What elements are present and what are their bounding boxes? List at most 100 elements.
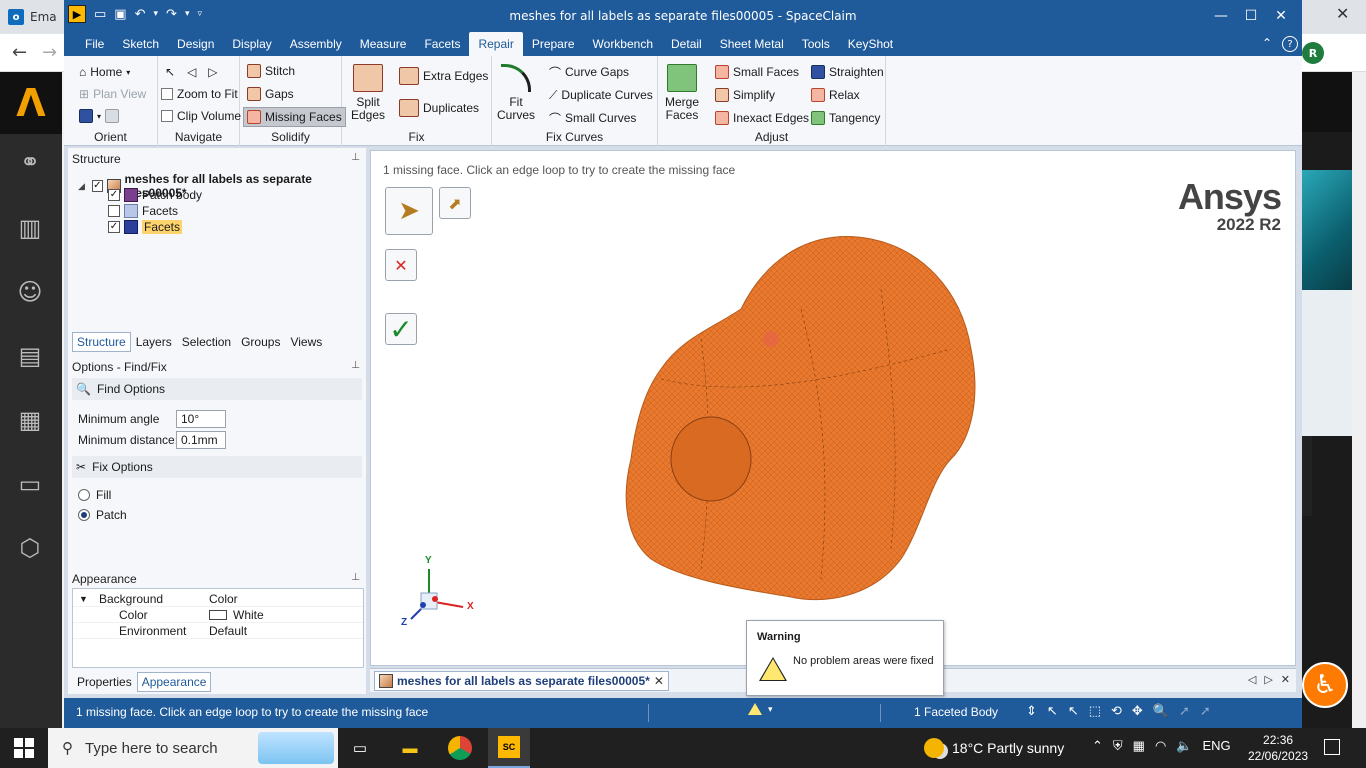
tree-item-checkbox[interactable]: ✓ [108, 221, 120, 233]
task-view-icon[interactable]: ▭ [348, 736, 372, 760]
undo-icon[interactable]: ↶ [135, 7, 146, 22]
min-angle-input[interactable]: 10° [176, 410, 226, 428]
menu-tab-repair[interactable]: Repair [469, 32, 523, 56]
tree-item-checkbox[interactable] [108, 205, 120, 217]
cubes-icon[interactable]: ⬡ [14, 532, 46, 564]
security-icon[interactable]: ⛨ [1113, 738, 1123, 754]
missing-faces-button[interactable]: Missing Faces [243, 107, 346, 127]
panel-tab-groups[interactable]: Groups [236, 332, 285, 352]
customize-toolbar-icon[interactable]: ▿ [197, 9, 202, 19]
tree-collapse-icon[interactable]: ◢ [78, 181, 88, 192]
network-adapter-icon[interactable]: ▦ [1133, 738, 1145, 754]
min-distance-input[interactable]: 0.1mm [176, 431, 226, 449]
menu-tab-display[interactable]: Display [223, 32, 280, 56]
clip-volume-checkbox[interactable]: Clip Volume [158, 106, 244, 126]
tab-scroll-left-icon[interactable]: ◁ [1248, 673, 1256, 686]
tree-item[interactable]: ✓ Facets [108, 220, 183, 234]
property-row[interactable]: ▼ Background Color [73, 591, 363, 607]
property-value[interactable]: White [209, 608, 264, 622]
close-button[interactable]: ✕ [1266, 0, 1296, 32]
menu-tab-detail[interactable]: Detail [662, 32, 711, 56]
menu-tab-workbench[interactable]: Workbench [584, 32, 662, 56]
pan-icon[interactable]: ✥ [1132, 703, 1143, 719]
menu-tab-file[interactable]: File [76, 32, 113, 56]
select-arrow-icon[interactable]: ↖ [165, 65, 175, 79]
collapse-ribbon-icon[interactable]: ⌃ [1262, 36, 1272, 52]
inexact-edges-button[interactable]: Inexact Edges [712, 108, 812, 128]
property-value[interactable]: Color [209, 592, 238, 606]
menu-tab-tools[interactable]: Tools [793, 32, 839, 56]
weather-widget[interactable]: 18°C Partly sunny [924, 738, 1064, 758]
appearance-pin-icon[interactable]: ⊥ [351, 572, 360, 583]
extra-edges-button[interactable]: Extra Edges [396, 66, 491, 86]
menu-tab-keyshot[interactable]: KeyShot [839, 32, 902, 56]
book-icon[interactable]: ▥ [14, 212, 46, 244]
plan-view-button[interactable]: ⊞ Plan View [76, 84, 149, 104]
chart-icon[interactable]: ▤ [14, 340, 46, 372]
volume-icon[interactable]: 🔈 [1176, 738, 1192, 754]
relax-button[interactable]: Relax [808, 85, 863, 105]
document-tab-close-icon[interactable]: ✕ [654, 674, 664, 688]
next-view-icon[interactable]: ▷ [208, 65, 217, 79]
stitch-button[interactable]: Stitch [244, 61, 298, 81]
selection-filter-icon[interactable]: ⇕ [1026, 703, 1037, 719]
select-faces-tool-button[interactable]: ⬈ [439, 187, 471, 219]
spin-icon[interactable]: ⟲ [1111, 703, 1122, 719]
menu-tab-sketch[interactable]: Sketch [113, 32, 168, 56]
panel-tab-selection[interactable]: Selection [177, 332, 236, 352]
property-expand-icon[interactable]: ▼ [79, 594, 88, 604]
share-icon[interactable]: ⚭ [14, 146, 46, 178]
menu-tab-design[interactable]: Design [168, 32, 223, 56]
select-mode-icon[interactable]: ↖ [1047, 703, 1058, 719]
structure-pin-icon[interactable]: ⊥ [351, 152, 360, 163]
help-icon[interactable]: ? [1282, 36, 1298, 52]
tree-item[interactable]: ✓ Patch body [108, 188, 202, 202]
select-arrow-icon[interactable]: ↖ [1068, 703, 1079, 719]
property-value[interactable]: Default [209, 624, 247, 638]
straighten-button[interactable]: Straighten [808, 62, 887, 82]
open-folder-icon[interactable]: ▭ [94, 7, 106, 22]
status-warning-button[interactable]: ▾ [748, 703, 773, 715]
chrome-icon[interactable] [448, 736, 472, 760]
fit-curves-button[interactable]: Fit Curves [496, 64, 536, 122]
warning-popup[interactable]: Warning No problem areas were fixed [746, 620, 944, 696]
menu-tab-facets[interactable]: Facets [415, 32, 469, 56]
previous-view-icon[interactable]: ◁ [187, 65, 196, 79]
tree-item-checkbox[interactable]: ✓ [108, 189, 120, 201]
file-explorer-icon[interactable]: ▬ [398, 736, 422, 760]
property-row[interactable]: Color White [73, 607, 363, 623]
wifi-icon[interactable]: ◠ [1155, 738, 1166, 754]
maximize-button[interactable]: ☐ [1236, 0, 1266, 32]
undo-dropdown-icon[interactable]: ▾ [154, 9, 159, 19]
find-options-header[interactable]: 🔍 Find Options [72, 378, 362, 400]
bottom-tab-appearance[interactable]: Appearance [136, 672, 212, 692]
view-style-button[interactable]: ▾ [76, 106, 122, 126]
gaps-button[interactable]: Gaps [244, 84, 297, 104]
panel-tab-layers[interactable]: Layers [131, 332, 177, 352]
small-curves-button[interactable]: ⌒ Small Curves [546, 108, 639, 128]
forward-arrow-icon[interactable]: → [42, 42, 57, 63]
design-viewport[interactable]: 1 missing face. Click an edge loop to tr… [370, 150, 1296, 666]
home-button[interactable]: ⌂ Home ▾ [76, 62, 133, 82]
user-icon[interactable]: ☺ [14, 276, 46, 308]
property-row[interactable]: Environment Default [73, 623, 363, 639]
redo-dropdown-icon[interactable]: ▾ [185, 9, 190, 19]
document-tab[interactable]: meshes for all labels as separate files0… [374, 671, 669, 691]
simplify-button[interactable]: Simplify [712, 85, 778, 105]
menu-tab-measure[interactable]: Measure [351, 32, 416, 56]
panel-tab-structure[interactable]: Structure [72, 332, 131, 352]
panel-tab-views[interactable]: Views [285, 332, 327, 352]
options-pin-icon[interactable]: ⊥ [351, 360, 360, 371]
fix-options-header[interactable]: ✂ Fix Options [72, 456, 362, 478]
tab-close-all-icon[interactable]: ✕ [1281, 673, 1290, 686]
save-icon[interactable]: ▣ [114, 7, 126, 22]
notifications-icon[interactable] [1324, 739, 1340, 755]
redo-icon[interactable]: ↷ [166, 7, 177, 22]
spaceclaim-taskbar-button[interactable]: SC [488, 728, 530, 768]
browser-tab[interactable]: o Ema [8, 4, 68, 30]
browser-close-icon[interactable]: ✕ [1336, 4, 1349, 23]
exclude-tool-button[interactable]: ✕ [385, 249, 417, 281]
back-arrow-icon[interactable]: ← [12, 42, 27, 63]
fill-radio[interactable]: Fill [78, 488, 111, 502]
minimize-button[interactable]: — [1206, 0, 1236, 32]
